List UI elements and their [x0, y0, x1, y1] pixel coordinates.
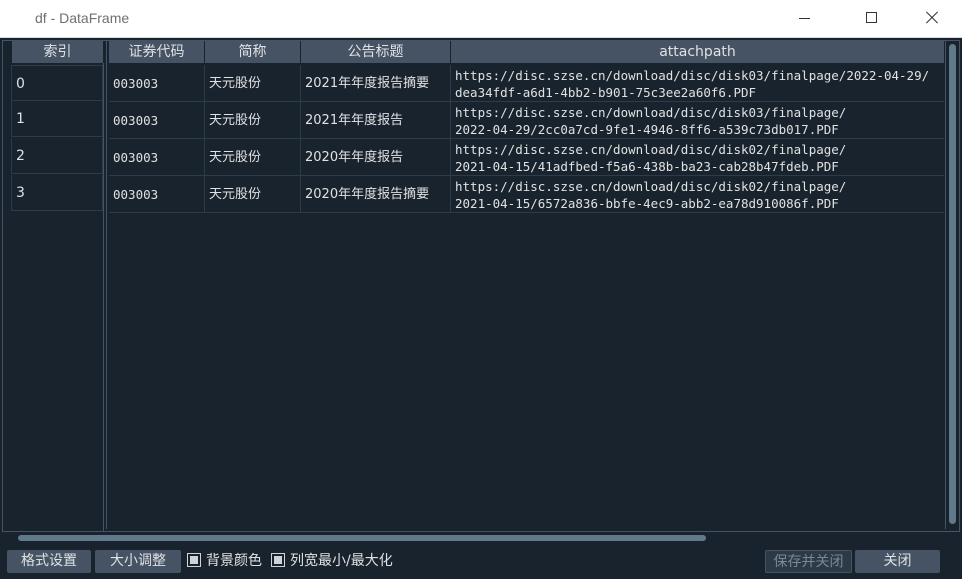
table-cell-title[interactable]: 2021年年度报告 [301, 102, 451, 139]
table-cell-title[interactable]: 2020年年度报告 [301, 139, 451, 176]
index-cell[interactable]: 3 [11, 175, 103, 211]
col-width-label[interactable]: 列宽最小/最大化 [290, 551, 393, 571]
attachpath-line: dea34fdf-a6d1-4bb2-b901-75c3ee2a60f6.PDF [455, 85, 757, 100]
index-header[interactable]: 索引 [12, 41, 104, 63]
attachpath-line: 2022-04-29/2cc0a7cd-9fe1-4946-8ff6-a539c… [455, 122, 839, 137]
data-table[interactable]: 证券代码 简称 公告标题 attachpath 003003 天元股份 2021… [106, 41, 944, 529]
resize-button[interactable]: 大小调整 [95, 550, 181, 573]
table-cell-title[interactable]: 2020年年度报告摘要 [301, 176, 451, 213]
horizontal-scrollbar[interactable] [12, 532, 942, 544]
table-cell-code[interactable]: 003003 [109, 65, 205, 102]
horizontal-scroll-thumb[interactable] [18, 535, 706, 541]
table-cell-title[interactable]: 2021年年度报告摘要 [301, 65, 451, 102]
close-icon [924, 11, 938, 25]
vertical-scrollbar[interactable] [945, 41, 958, 529]
maximize-icon [866, 12, 877, 23]
column-header-title[interactable]: 公告标题 [301, 41, 451, 63]
attachpath-line: https://disc.szse.cn/download/disc/disk0… [455, 142, 847, 157]
index-cell[interactable]: 1 [11, 101, 103, 137]
index-cell[interactable]: 2 [11, 138, 103, 174]
attachpath-line: https://disc.szse.cn/download/disc/disk0… [455, 179, 847, 194]
attachpath-line: 2021-04-15/6572a836-bbfe-4ec9-abb2-ea78d… [455, 196, 839, 211]
table-cell-attachpath[interactable]: https://disc.szse.cn/download/disc/disk0… [451, 102, 944, 139]
format-button[interactable]: 格式设置 [7, 550, 91, 573]
table-cell-name[interactable]: 天元股份 [205, 102, 301, 139]
table-cell-code[interactable]: 003003 [109, 102, 205, 139]
table-cell-attachpath[interactable]: https://disc.szse.cn/download/disc/disk0… [451, 176, 944, 213]
column-header-code[interactable]: 证券代码 [109, 41, 205, 63]
attachpath-line: 2021-04-15/41adfbed-f5a6-438b-ba23-cab28… [455, 159, 839, 174]
table-cell-code[interactable]: 003003 [109, 139, 205, 176]
maximize-button[interactable] [848, 0, 894, 38]
minimize-button[interactable] [782, 0, 828, 38]
bg-color-checkbox[interactable] [187, 553, 201, 567]
bg-color-label[interactable]: 背景颜色 [206, 551, 262, 571]
table-cell-name[interactable]: 天元股份 [205, 176, 301, 213]
window-title: df - DataFrame [35, 10, 130, 26]
title-bar: df - DataFrame [0, 0, 962, 38]
save-close-button[interactable]: 保存并关闭 [765, 550, 852, 573]
attachpath-line: https://disc.szse.cn/download/disc/disk0… [455, 105, 847, 120]
column-header-name[interactable]: 简称 [205, 41, 301, 63]
table-cell-attachpath[interactable]: https://disc.szse.cn/download/disc/disk0… [451, 65, 944, 102]
index-cell[interactable]: 0 [11, 65, 103, 101]
col-width-checkbox[interactable] [271, 553, 285, 567]
table-cell-code[interactable]: 003003 [109, 176, 205, 213]
column-header-attachpath[interactable]: attachpath [451, 41, 944, 63]
attachpath-line: https://disc.szse.cn/download/disc/disk0… [455, 68, 930, 83]
table-cell-attachpath[interactable]: https://disc.szse.cn/download/disc/disk0… [451, 139, 944, 176]
table-cell-name[interactable]: 天元股份 [205, 139, 301, 176]
close-window-button[interactable] [908, 0, 954, 38]
minimize-icon [799, 18, 810, 19]
close-button[interactable]: 关闭 [855, 550, 940, 573]
vertical-scroll-thumb[interactable] [949, 44, 956, 524]
table-cell-name[interactable]: 天元股份 [205, 65, 301, 102]
